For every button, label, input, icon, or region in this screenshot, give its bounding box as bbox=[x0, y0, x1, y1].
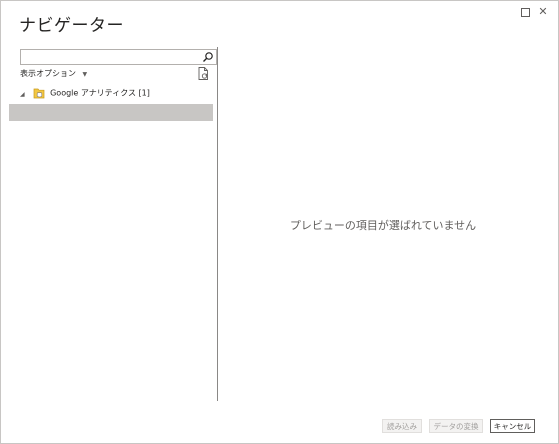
maximize-button[interactable] bbox=[518, 5, 532, 19]
preview-empty-message: プレビューの項目が選ばれていません bbox=[289, 219, 477, 232]
display-options-dropdown[interactable]: 表示オプション ▼ bbox=[20, 68, 87, 80]
navigator-pane: 表示オプション ▼ ◢ Google アナリティクス [1] bbox=[9, 47, 217, 401]
expand-triangle-icon[interactable]: ◢ bbox=[20, 91, 30, 98]
load-button[interactable]: 読み込み bbox=[382, 419, 422, 433]
close-icon: ✕ bbox=[538, 5, 548, 18]
navigator-dialog: ナビゲーター ✕ 表示オプション ▼ ◢ Google アナリティクス [1] … bbox=[0, 0, 559, 444]
display-options-label: 表示オプション bbox=[20, 69, 76, 78]
refresh-icon[interactable] bbox=[197, 67, 209, 80]
transform-data-button[interactable]: データの変換 bbox=[429, 419, 483, 433]
chevron-down-icon: ▼ bbox=[82, 71, 88, 78]
search-icon[interactable] bbox=[202, 51, 214, 63]
close-button[interactable]: ✕ bbox=[536, 5, 550, 19]
dialog-title: ナビゲーター bbox=[19, 16, 124, 36]
tree-item-google-analytics[interactable]: ◢ Google アナリティクス [1] bbox=[20, 87, 150, 101]
selected-tree-row[interactable] bbox=[9, 104, 213, 121]
cancel-button[interactable]: キャンセル bbox=[490, 419, 535, 433]
maximize-icon bbox=[520, 7, 530, 17]
folder-database-icon bbox=[33, 88, 44, 99]
tree-item-label: Google アナリティクス [1] bbox=[50, 88, 150, 98]
search-field[interactable] bbox=[20, 49, 217, 70]
